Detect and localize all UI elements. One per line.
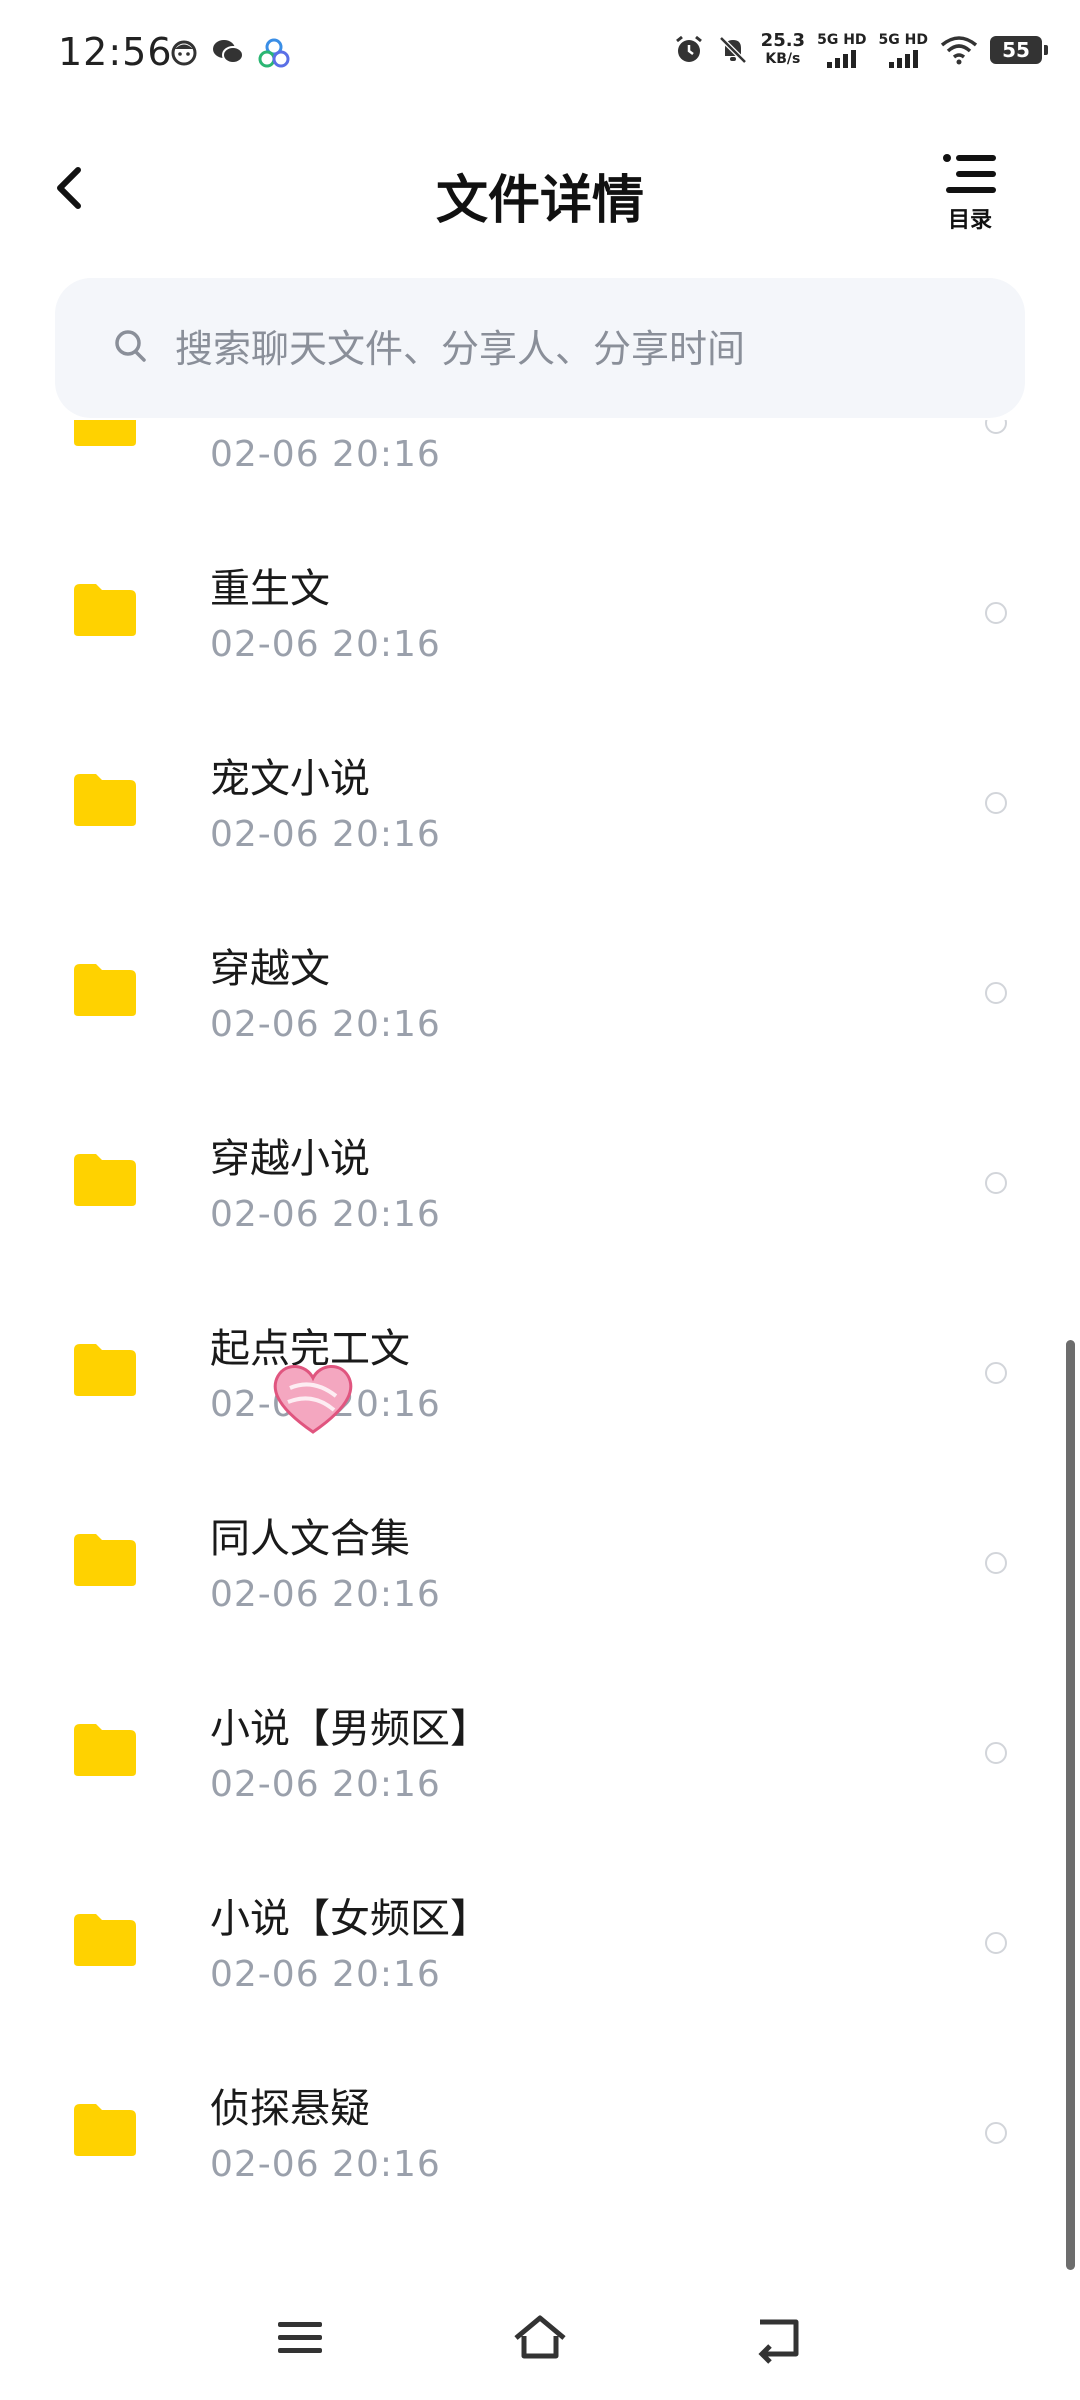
file-time: 02-06 20:16 [210, 1004, 441, 1045]
sim2-signal: 5G HD [879, 33, 928, 68]
folder-icon [74, 1154, 136, 1206]
folder-icon [74, 1534, 136, 1586]
file-time: 02-06 20:16 [210, 434, 441, 475]
folder-icon [74, 420, 136, 446]
file-list-item[interactable]: 侦探悬疑 02-06 20:16 [0, 2052, 1080, 2242]
search-input[interactable] [173, 308, 977, 390]
select-radio[interactable] [985, 1552, 1007, 1574]
page-title: 文件详情 [435, 171, 644, 231]
file-time: 02-06 20:16 [210, 1574, 441, 1615]
scrollbar[interactable] [1066, 1340, 1075, 2270]
select-radio[interactable] [985, 1362, 1007, 1384]
alarm-icon [675, 35, 702, 62]
sim1-signal: 5G HD [817, 31, 867, 68]
network-speed-value: 25.3 [760, 30, 806, 51]
folder-icon [74, 1344, 136, 1396]
file-time: 02-06 20:16 [210, 1954, 441, 1995]
home-nav-button[interactable] [510, 2308, 570, 2368]
folder-icon [74, 1724, 136, 1776]
file-name: 穿越文 [210, 946, 330, 992]
folder-icon [74, 964, 136, 1016]
file-time: 02-06 20:16 [210, 1764, 441, 1805]
sim1-label: 5G HD [817, 31, 867, 48]
file-list-item[interactable]: 穿越文 02-06 20:16 [0, 912, 1080, 1102]
file-time: 02-06 20:16 [210, 624, 441, 665]
signal-bars-icon [888, 49, 918, 68]
file-name: 宠文小说 [210, 756, 370, 802]
status-right-group: 25.3 KB/s 5G HD 5G HD 55 [673, 31, 1048, 68]
back-nav-button[interactable] [750, 2308, 810, 2368]
header: 文件详情 目录 [0, 130, 1080, 250]
file-list-item[interactable]: 宠文小说 02-06 20:16 [0, 722, 1080, 912]
folder-icon [74, 2104, 136, 2156]
file-name: 投作者 [210, 420, 330, 424]
select-radio[interactable] [985, 982, 1007, 1004]
cloud-app-icon [258, 38, 290, 68]
file-name: 同人文合集 [210, 1516, 410, 1562]
file-list-item[interactable]: 小说【男频区】 02-06 20:16 [0, 1672, 1080, 1862]
file-list[interactable]: 投作者 02-06 20:16 重生文 02-06 20:16 宠文小说 02-06 20… [0, 420, 1080, 2270]
folder-icon [74, 1914, 136, 1966]
file-list-item[interactable]: 同人文合集 02-06 20:16 [0, 1482, 1080, 1672]
battery-level: 55 [1002, 38, 1030, 62]
file-list-item[interactable]: 起点完工文 02-06 20:16 [0, 1292, 1080, 1482]
menu-nav-button[interactable] [270, 2308, 330, 2368]
toc-button[interactable]: 目录 [938, 152, 1002, 233]
file-time: 02-06 20:16 [210, 814, 441, 855]
network-speed-unit: KB/s [765, 51, 801, 67]
file-name: 侦探悬疑 [210, 2086, 370, 2132]
select-radio[interactable] [985, 420, 1007, 434]
select-radio[interactable] [985, 792, 1007, 814]
system-nav-bar [0, 2280, 1080, 2400]
notification-icons [170, 38, 290, 68]
file-list-item[interactable]: 小说【女频区】 02-06 20:16 [0, 1862, 1080, 2052]
battery-indicator: 55 [990, 36, 1048, 64]
file-name: 重生文 [210, 566, 330, 612]
select-radio[interactable] [985, 1932, 1007, 1954]
file-name: 穿越小说 [210, 1136, 370, 1182]
search-icon [115, 330, 146, 362]
toc-label: 目录 [947, 208, 992, 233]
folder-icon [74, 584, 136, 636]
status-bar: 12:56 25.3 KB/s 5G HD 5G HD 55 [0, 0, 1080, 110]
list-icon [943, 154, 996, 193]
back-arrow-icon [758, 2319, 799, 2364]
file-name: 小说【男频区】 [210, 1706, 490, 1752]
network-speed: 25.3 KB/s [761, 32, 805, 68]
sim2-label: 5G HD [878, 31, 928, 48]
file-time: 02-06 20:16 [210, 1194, 441, 1235]
menu-icon [278, 2322, 322, 2353]
search-bar[interactable] [55, 278, 1025, 418]
face-icon [171, 40, 197, 66]
signal-bars-icon [827, 49, 857, 68]
file-list-item[interactable]: 投作者 02-06 20:16 [0, 420, 1080, 532]
file-list-item[interactable]: 穿越小说 02-06 20:16 [0, 1102, 1080, 1292]
folder-icon [74, 774, 136, 826]
select-radio[interactable] [985, 1172, 1007, 1194]
mute-bell-icon [718, 36, 747, 64]
select-radio[interactable] [985, 1742, 1007, 1764]
select-radio[interactable] [985, 602, 1007, 624]
select-radio[interactable] [985, 2122, 1007, 2144]
wechat-icon [213, 40, 244, 64]
status-time: 12:56 [58, 30, 173, 74]
heart-sticker-icon [273, 1365, 353, 1434]
file-name: 小说【女频区】 [210, 1896, 490, 1942]
home-icon [514, 2315, 566, 2359]
file-list-item[interactable]: 重生文 02-06 20:16 [0, 532, 1080, 722]
wifi-icon [940, 36, 978, 65]
file-time: 02-06 20:16 [210, 2144, 441, 2185]
